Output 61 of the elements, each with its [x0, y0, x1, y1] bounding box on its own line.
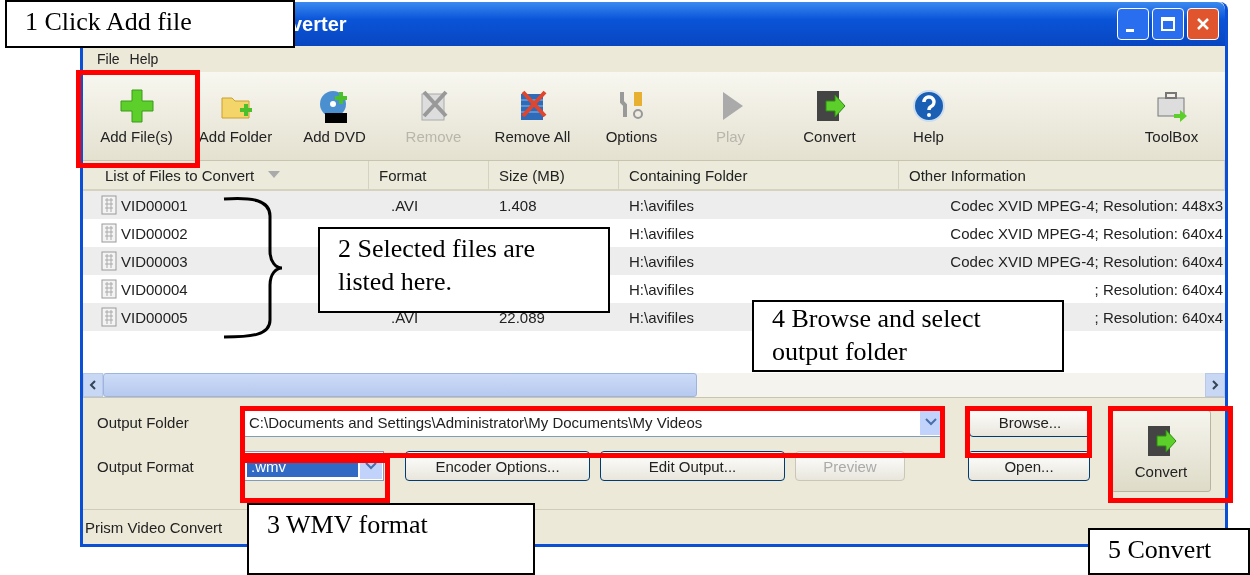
toolbar-button[interactable]: Add File(s) [87, 72, 186, 160]
dropdown-caret-icon [925, 418, 937, 426]
scroll-thumb[interactable] [103, 373, 697, 397]
callout-text: 5 Convert [1088, 528, 1250, 575]
table-cell: 1.408 [499, 196, 537, 214]
table-cell: H:\avifiles [629, 280, 695, 298]
minimize-icon [1126, 28, 1134, 32]
dropdown-caret-icon [365, 462, 377, 470]
help-icon [910, 87, 947, 124]
output-format-label: Output Format [97, 457, 195, 475]
plus-icon [118, 87, 155, 124]
scroll-right-button[interactable] [1205, 373, 1225, 397]
column-header[interactable]: Other Information [899, 161, 1225, 189]
table-cell: H:\avifiles [629, 196, 695, 214]
file-icon [101, 195, 117, 215]
table-cell: H:\avifiles [629, 308, 695, 326]
menu-item[interactable]: File [97, 51, 120, 67]
table-cell: Codec XVID MPEG-4; Resolution: 640x4 [950, 252, 1223, 270]
close-icon [1195, 16, 1211, 32]
maximize-button[interactable] [1152, 8, 1184, 40]
file-icon [101, 251, 117, 271]
minimize-button[interactable] [1117, 8, 1149, 40]
table-cell: H:\avifiles [629, 252, 695, 270]
file-icon [101, 223, 117, 243]
callout-text: 3 WMV format [247, 503, 535, 575]
table-cell: .AVI [391, 196, 419, 214]
scroll-left-button[interactable] [83, 373, 103, 397]
table-cell: Codec XVID MPEG-4; Resolution: 448x3 [950, 196, 1223, 214]
table-cell: VID00005 [121, 308, 188, 326]
toolbar-button[interactable]: Add Folder [186, 72, 285, 160]
column-header[interactable]: List of Files to Convert [83, 161, 369, 189]
table-cell: ; Resolution: 640x4 [1094, 308, 1223, 326]
file-icon [101, 307, 117, 327]
callout-text: 2 Selected files are listed here. [318, 227, 610, 313]
toolbar-button[interactable]: Help [879, 72, 978, 160]
horizontal-scrollbar[interactable] [83, 373, 1225, 397]
toolbar-button[interactable]: Convert [780, 72, 879, 160]
file-icon [101, 279, 117, 299]
close-button[interactable] [1187, 8, 1219, 40]
output-folder-label: Output Folder [97, 413, 190, 431]
table-cell: ; Resolution: 640x4 [1094, 280, 1223, 298]
toolbar-button[interactable]: Remove All [483, 72, 582, 160]
column-header[interactable]: Size (MB) [489, 161, 619, 189]
toolbar-button[interactable]: Add DVD [285, 72, 384, 160]
maximize-icon [1160, 16, 1176, 32]
table-cell: VID00003 [121, 252, 188, 270]
menu-item[interactable]: Help [129, 51, 159, 67]
toolbar-button[interactable]: Options [582, 72, 681, 160]
column-header[interactable]: Containing Folder [619, 161, 899, 189]
status-text: Prism Video Convert [85, 518, 223, 536]
convert-button[interactable]: Convert [1111, 410, 1211, 492]
table-cell: H:\avifiles [629, 224, 695, 242]
sort-arrow-icon [268, 171, 281, 179]
table-cell: VID00001 [121, 196, 188, 214]
callout-text: 4 Browse and select output folder [752, 300, 1064, 372]
toolbar-button[interactable]: ToolBox [1122, 72, 1221, 160]
table-cell: VID00002 [121, 224, 188, 242]
table-cell: VID00004 [121, 280, 188, 298]
table-cell: Codec XVID MPEG-4; Resolution: 640x4 [950, 224, 1223, 242]
callout-text: 1 Click Add file [5, 0, 295, 48]
column-header[interactable]: Format [369, 161, 489, 189]
